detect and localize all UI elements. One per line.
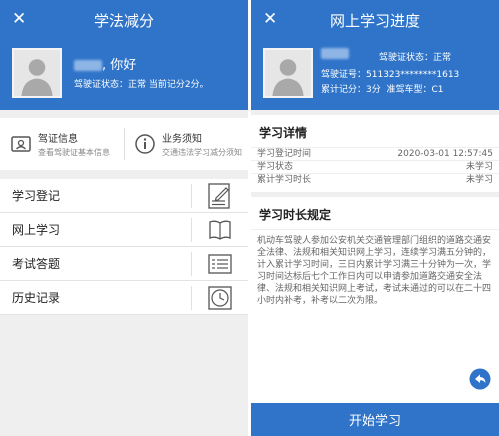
menu-label: 网上学习: [12, 223, 61, 237]
points-label: 累计记分：: [321, 85, 367, 95]
detail-row: 学习状态 未学习: [251, 160, 499, 173]
detail-label: 学习登记时间: [257, 149, 312, 159]
menu-label: 考试答题: [12, 257, 61, 271]
license-status-value: 正常: [433, 53, 452, 63]
menu-item-online-study[interactable]: 网上学习: [0, 213, 248, 247]
detail-value: 2020-03-01 12:57:45: [397, 149, 493, 159]
clock-icon: [208, 286, 232, 310]
rules-text: 机动车驾驶人参加公安机关交通管理部门组织的道路交通安全法律、法规和相关知识网上学…: [251, 229, 499, 307]
page-title: 学法减分: [93, 11, 154, 30]
business-notice-button[interactable]: 业务须知 交通违法学习减分须知: [124, 118, 248, 170]
greeting-text: , 你好: [102, 58, 137, 73]
divider: [191, 252, 192, 276]
menu-label: 学习登记: [12, 189, 61, 203]
blurred-name: [74, 60, 102, 71]
license-status-line: 驾驶证状态：正常: [379, 50, 451, 63]
divider: [191, 286, 192, 310]
profile-header: 驾驶证状态：正常 驾驶证号：511323********1613 累计记分：3分…: [251, 40, 499, 110]
detail-label: 累计学习时长: [257, 175, 312, 185]
close-icon[interactable]: ✕: [263, 9, 277, 29]
detail-row: 累计学习时长 未学习: [251, 173, 499, 186]
vehicle-label: 准驾车型：: [386, 85, 432, 95]
right-screen: ✕ 网上学习进度 驾驶证状态：正常 驾驶证号：511323********161…: [251, 0, 499, 436]
divider: [191, 218, 192, 242]
license-info-title: 驾证信息: [38, 134, 78, 145]
profile-header: , 你好 驾驶证状态：正常 当前记分2分。: [0, 40, 248, 110]
business-notice-subtitle: 交通违法学习减分须知: [162, 148, 242, 157]
menu-label: 历史记录: [12, 291, 61, 305]
book-icon: [209, 220, 231, 240]
detail-label: 学习状态: [257, 162, 294, 172]
avatar: [12, 48, 62, 98]
avatar: [263, 48, 313, 98]
detail-value: 未学习: [465, 175, 493, 185]
business-notice-title: 业务须知: [162, 134, 202, 145]
license-info-subtitle: 查看驾驶证基本信息: [38, 148, 110, 157]
back-arrow-icon[interactable]: [469, 368, 491, 390]
right-title-bar: ✕ 网上学习进度: [251, 0, 499, 40]
license-number-value: 511323********1613: [366, 70, 460, 80]
exam-list-icon: [208, 254, 232, 274]
blurred-name: [321, 48, 349, 59]
menu-item-register[interactable]: 学习登记: [0, 179, 248, 213]
rules-title: 学习时长规定: [259, 208, 332, 222]
license-status-label: 驾驶证状态：: [379, 53, 434, 63]
license-number-label: 驾驶证号：: [321, 70, 367, 80]
register-form-icon: [208, 183, 230, 209]
page-title: 网上学习进度: [329, 11, 420, 30]
divider: [191, 184, 192, 208]
license-status-line: 驾驶证状态：正常 当前记分2分。: [74, 77, 209, 90]
left-screen: ✕ 学法减分 , 你好 驾驶证状态：正常 当前记分2分。 驾证信息 查看驾驶证基…: [0, 0, 248, 436]
menu-item-history[interactable]: 历史记录: [0, 281, 248, 315]
greeting: , 你好: [74, 54, 136, 73]
info-icon: [135, 134, 155, 154]
points-value: 3分: [366, 85, 381, 95]
detail-row: 学习登记时间 2020-03-01 12:57:45: [251, 147, 499, 160]
score-text: 当前记分2分。: [148, 80, 209, 90]
status-label: 驾驶证状态：: [74, 80, 129, 90]
left-title-bar: ✕ 学法减分: [0, 0, 248, 40]
points-line: 累计记分：3分 准驾车型：C1: [321, 82, 444, 95]
start-study-button[interactable]: 开始学习: [251, 403, 499, 436]
license-number-line: 驾驶证号：511323********1613: [321, 67, 459, 80]
status-value: 正常: [128, 80, 147, 90]
menu-item-exam[interactable]: 考试答题: [0, 247, 248, 281]
vehicle-value: C1: [431, 85, 444, 95]
info-row: 驾证信息 查看驾驶证基本信息 业务须知 交通违法学习减分须知: [0, 118, 248, 170]
id-card-icon: [11, 136, 31, 152]
study-detail-title: 学习详情: [259, 126, 308, 140]
main-menu: 学习登记 网上学习 考试答题 历史记录: [0, 179, 248, 315]
detail-value: 未学习: [465, 162, 493, 172]
close-icon[interactable]: ✕: [12, 9, 26, 29]
license-info-button[interactable]: 驾证信息 查看驾驶证基本信息: [0, 118, 124, 170]
